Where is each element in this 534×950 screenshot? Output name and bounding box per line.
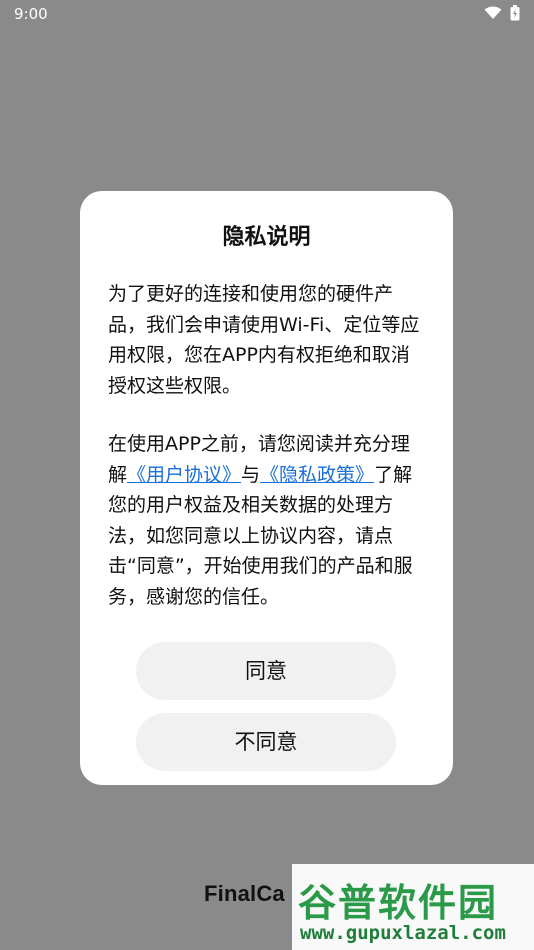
battery-icon [510,5,520,21]
dialog-title: 隐私说明 [222,225,311,250]
watermark: 谷普软件园 www.gupuxlazal.com [292,864,534,950]
link-connector: 与 [241,463,261,486]
watermark-title: 谷普软件园 [298,881,499,925]
privacy-policy-link[interactable]: 《隐私政策》 [260,464,374,486]
dialog-body: 为了更好的连接和使用您的硬件产品，我们会申请使用Wi-Fi、定位等应用权限，您在… [108,279,428,612]
disagree-button[interactable]: 不同意 [136,713,396,771]
privacy-paragraph-1: 为了更好的连接和使用您的硬件产品，我们会申请使用Wi-Fi、定位等应用权限，您在… [108,283,420,397]
status-time: 9:00 [14,5,48,23]
status-bar: 9:00 [0,0,534,28]
status-icons [484,5,520,21]
wifi-icon [484,6,502,20]
privacy-paragraph-2: 在使用APP之前，请您阅读并充分理解《用户协议》与《隐私政策》了解您的用户权益及… [108,429,428,612]
privacy-dialog: 隐私说明 为了更好的连接和使用您的硬件产品，我们会申请使用Wi-Fi、定位等应用… [80,191,453,785]
agree-button[interactable]: 同意 [136,642,396,700]
app-logo-text: FinalCa [204,881,285,906]
watermark-url: www.gupuxlazal.com [300,922,506,944]
user-agreement-link[interactable]: 《用户协议》 [127,464,241,486]
